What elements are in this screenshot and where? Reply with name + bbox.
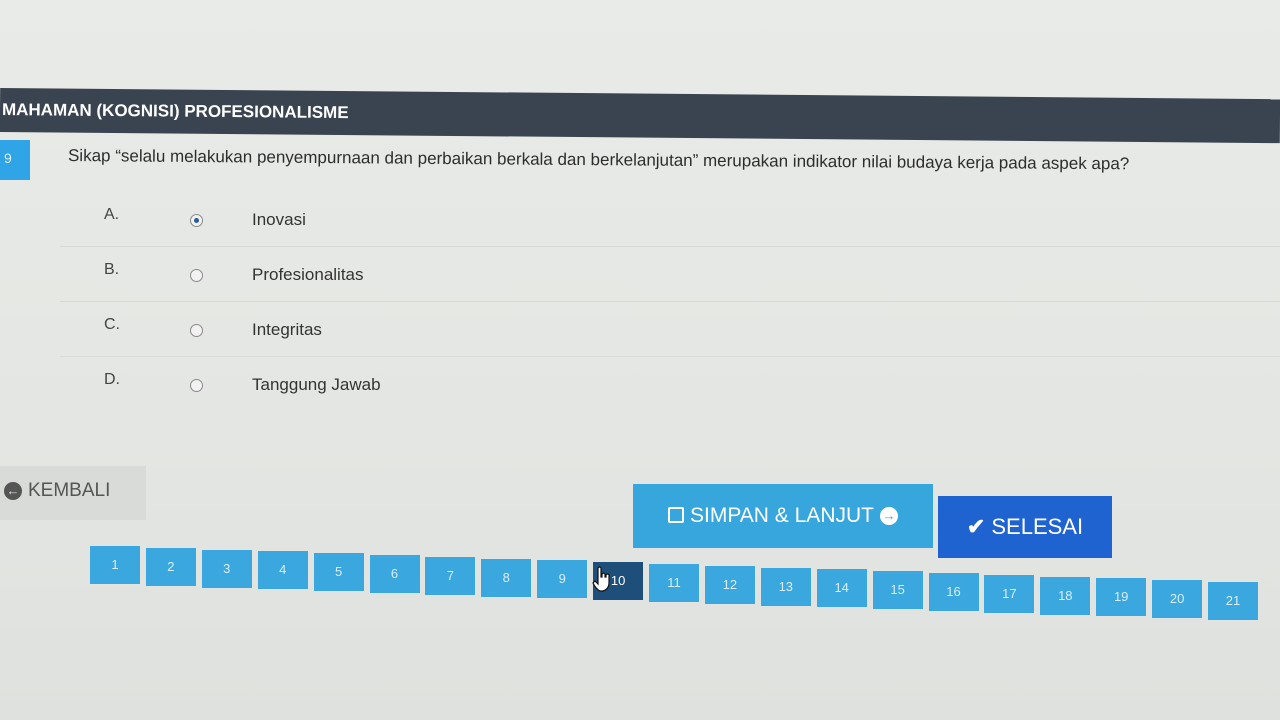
page-button-1[interactable]: 1: [90, 546, 140, 584]
section-title: MAHAMAN (KOGNISI) PROFESIONALISME: [1, 100, 349, 123]
option-letter: C.: [104, 316, 120, 333]
page-button-9[interactable]: 9: [537, 560, 588, 599]
option-d[interactable]: D. Tanggung Jawab: [60, 357, 1280, 411]
check-icon: ✔: [966, 514, 986, 539]
page-button-12[interactable]: 12: [704, 565, 755, 604]
option-a-radio[interactable]: [190, 214, 203, 227]
back-circle-icon: ←: [4, 482, 22, 500]
answer-options: A. Inovasi B. Profesionalitas C. Integri…: [60, 192, 1280, 411]
option-c[interactable]: C. Integritas: [60, 302, 1280, 357]
page-button-7[interactable]: 7: [425, 556, 476, 595]
page-button-8[interactable]: 8: [481, 558, 532, 597]
option-b-radio[interactable]: [190, 269, 203, 282]
option-c-radio[interactable]: [190, 324, 203, 337]
page-button-18[interactable]: 18: [1040, 576, 1091, 615]
arrow-right-circle-icon: →: [879, 507, 898, 525]
page-button-20[interactable]: 20: [1152, 580, 1203, 619]
page-button-4[interactable]: 4: [257, 551, 308, 590]
page-button-6[interactable]: 6: [369, 555, 420, 593]
option-label: Inovasi: [252, 210, 306, 229]
save-next-label: SIMPAN & LANJUT: [690, 504, 874, 527]
save-icon: [668, 507, 684, 523]
page-button-21[interactable]: 21: [1208, 582, 1258, 620]
finish-button[interactable]: ✔ SELESAI: [938, 496, 1112, 558]
page-button-3[interactable]: 3: [201, 549, 252, 588]
back-label: KEMBALI: [28, 480, 111, 501]
option-d-radio[interactable]: [190, 379, 203, 392]
option-letter: D.: [104, 371, 120, 388]
page-button-11[interactable]: 11: [649, 564, 699, 602]
back-button[interactable]: ← KEMBALI: [0, 466, 146, 520]
question-number-badge: 9: [0, 140, 30, 180]
page-button-19[interactable]: 19: [1096, 578, 1147, 617]
page-button-10[interactable]: 10: [593, 562, 644, 601]
section-header: MAHAMAN (KOGNISI) PROFESIONALISME: [0, 88, 1280, 144]
finish-label: SELESAI: [991, 514, 1084, 539]
option-label: Integritas: [252, 320, 322, 339]
page-button-16[interactable]: 16: [928, 573, 979, 611]
page-button-17[interactable]: 17: [984, 574, 1035, 613]
option-letter: B.: [104, 261, 120, 278]
option-letter: A.: [104, 206, 120, 223]
page-button-2[interactable]: 2: [145, 547, 196, 586]
question-text: Sikap “selalu melakukan penyempurnaan da…: [67, 146, 1130, 174]
page-button-13[interactable]: 13: [760, 567, 811, 606]
option-label: Profesionalitas: [252, 265, 364, 284]
option-label: Tanggung Jawab: [252, 375, 381, 394]
page-button-14[interactable]: 14: [816, 569, 867, 608]
page-button-15[interactable]: 15: [872, 571, 923, 610]
save-next-button[interactable]: SIMPAN & LANJUT →: [633, 484, 933, 548]
option-a[interactable]: A. Inovasi: [60, 192, 1280, 247]
page-button-5[interactable]: 5: [313, 553, 364, 592]
option-b[interactable]: B. Profesionalitas: [60, 247, 1280, 302]
